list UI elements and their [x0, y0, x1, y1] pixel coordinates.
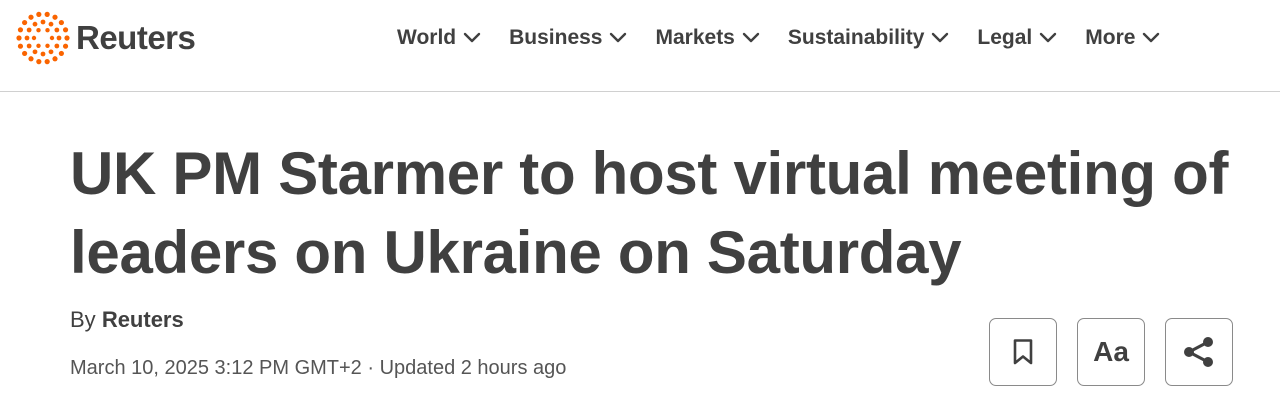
chevron-down-icon [463, 32, 481, 43]
logo-dot [17, 43, 24, 49]
logo-dot [32, 49, 38, 55]
logo-dot [58, 19, 64, 26]
logo-dot [32, 21, 38, 27]
logo-dot [17, 27, 24, 33]
author-link[interactable]: Reuters [102, 307, 184, 332]
logo-dot [28, 14, 34, 20]
logo-dot [52, 56, 58, 62]
chevron-down-icon [610, 32, 627, 43]
nav-item-more[interactable]: More [1085, 26, 1160, 50]
byline-prefix: By [70, 307, 96, 332]
logo-dot [36, 11, 42, 17]
headline-line-2: leaders on Ukraine on Saturday [70, 219, 962, 286]
save-article-button[interactable] [989, 318, 1057, 386]
chevron-down-icon [1143, 32, 1160, 43]
byline: By Reuters [70, 307, 184, 333]
logo-dot [24, 35, 30, 41]
share-icon [1184, 337, 1213, 367]
logo-dot [26, 27, 32, 33]
headline-line-1: UK PM Starmer to host virtual meeting of [70, 140, 1229, 207]
nav-item-sustainability[interactable]: Sustainability [788, 26, 950, 50]
logo-dot [54, 27, 60, 33]
bookmark-icon [1013, 339, 1033, 365]
logo-dot [36, 43, 41, 48]
logo-dot [56, 35, 62, 41]
article-headline: UK PM Starmer to host virtual meeting of… [70, 134, 1250, 292]
logo-dot [45, 43, 50, 48]
logo-dot [44, 59, 50, 65]
nav-item-label: Sustainability [787, 26, 925, 49]
article-actions: Aa [989, 318, 1233, 386]
nav-item-label: World [397, 26, 457, 49]
chevron-down-icon [932, 32, 949, 43]
logo-dot [62, 27, 69, 33]
main-nav: World Business Markets Sustainability Le… [397, 23, 1160, 53]
logo-text: Reuters [76, 19, 196, 56]
logo-dot [58, 50, 64, 57]
logo-dot [48, 49, 54, 55]
share-button[interactable] [1165, 318, 1233, 386]
reuters-logo-icon [16, 11, 70, 65]
logo-dot [52, 14, 58, 20]
logo-dot [45, 28, 50, 33]
logo-dot [40, 19, 46, 25]
logo-dot [64, 35, 70, 41]
logo-dot [36, 28, 41, 33]
logo-dot [16, 35, 22, 41]
logo-dot [22, 19, 28, 26]
text-size-label: Aa [1093, 336, 1129, 367]
logo-dot [40, 51, 46, 57]
logo-dot [26, 43, 32, 49]
reuters-logo[interactable]: Reuters [16, 11, 196, 65]
nav-item-label: Legal [977, 26, 1033, 49]
logo-dot [28, 56, 34, 62]
text-size-button[interactable]: Aa [1077, 318, 1145, 386]
nav-item-label: Markets [655, 26, 735, 49]
nav-item-label: Business [509, 26, 603, 49]
nav-item-label: More [1085, 26, 1136, 49]
logo-dot [48, 21, 54, 27]
article-dateline: March 10, 2025 3:12 PM GMT+2 · Updated 2… [70, 357, 567, 379]
logo-dot [31, 35, 37, 41]
chevron-down-icon [1040, 32, 1057, 43]
nav-item-world[interactable]: World [397, 26, 481, 50]
logo-dot [22, 50, 28, 57]
logo-dot [36, 59, 42, 65]
logo-dot [54, 43, 60, 49]
nav-item-business[interactable]: Business [509, 26, 627, 50]
logo-dot [49, 35, 55, 41]
nav-item-markets[interactable]: Markets [655, 26, 760, 50]
chevron-down-icon [742, 32, 760, 43]
logo-dot [44, 11, 50, 17]
nav-item-legal[interactable]: Legal [977, 26, 1057, 50]
site-header: Reuters World Business Markets Sustainab… [0, 0, 1280, 92]
logo-dot [62, 43, 69, 49]
